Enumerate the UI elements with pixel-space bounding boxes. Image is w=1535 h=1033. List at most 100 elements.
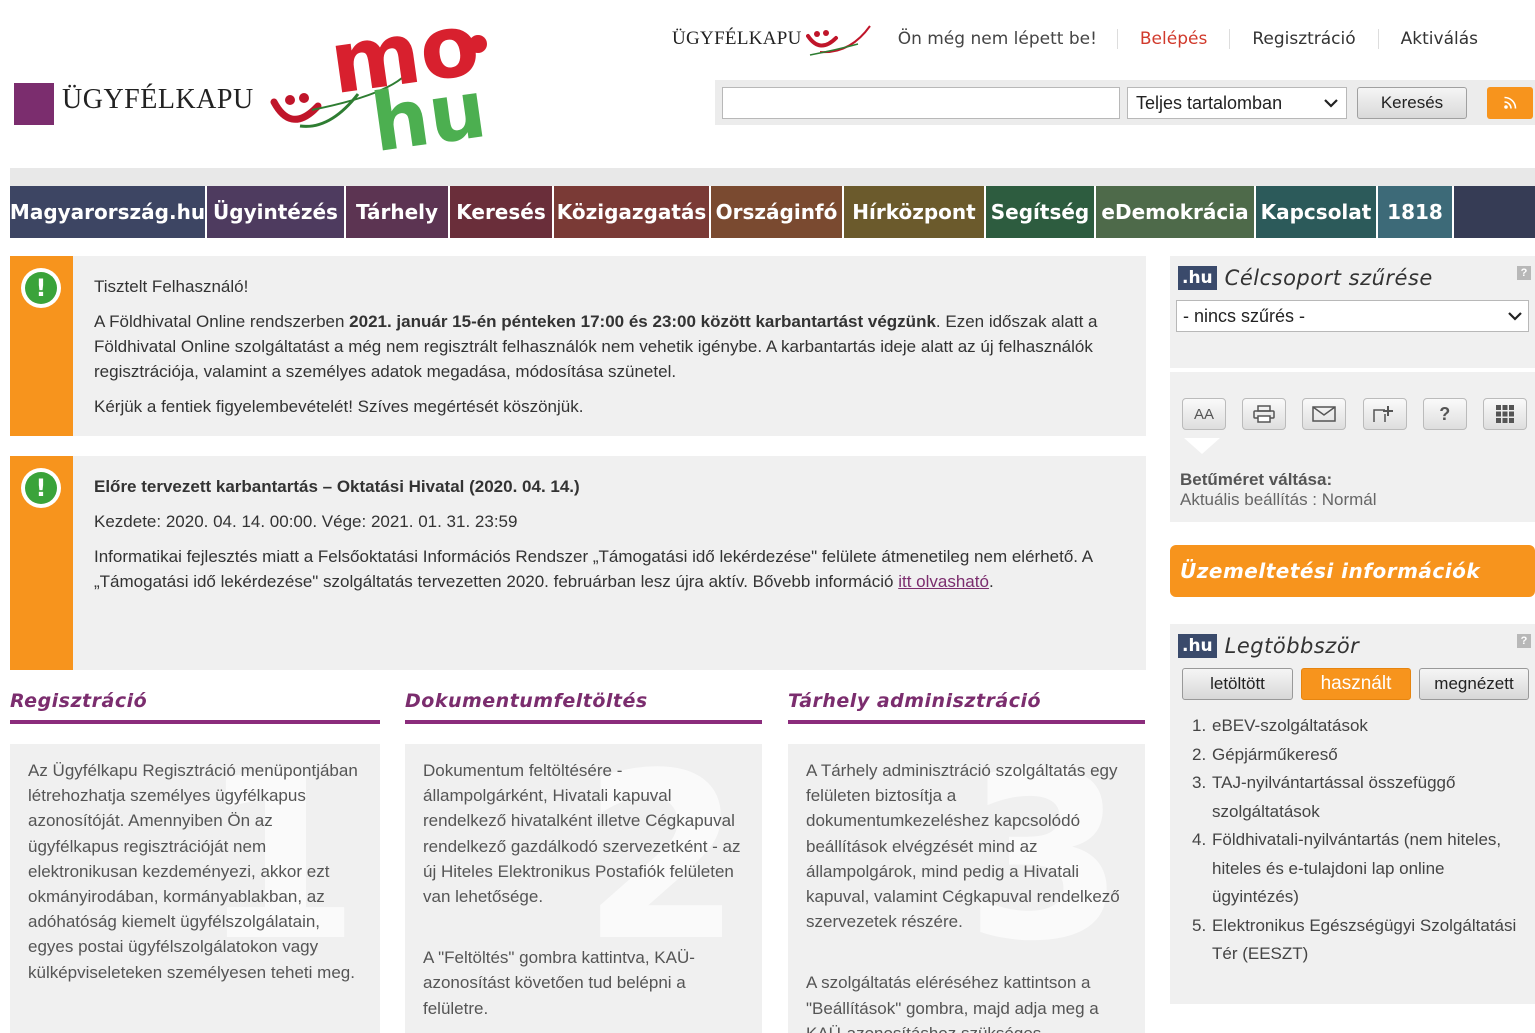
top-links: ÜGYFÉLKAPU Ön még nem lépett be! Belépés…: [672, 22, 1500, 56]
tool-row: AA ?: [1170, 372, 1535, 430]
nav-item-9[interactable]: Kapcsolat: [1256, 186, 1378, 238]
column-text: Dokumentum feltöltésére - állampolgárkén…: [423, 761, 741, 907]
filter-header: .hu Célcsoport szűrése ?: [1170, 256, 1535, 300]
nav-item-0[interactable]: Magyarország.hu: [10, 186, 207, 238]
popular-header: .hu Legtöbbször ?: [1170, 624, 1535, 668]
column-box: 1 Az Ügyfélkapu Regisztráció menüpontjáb…: [10, 744, 380, 1033]
rss-icon: [1504, 96, 1517, 109]
list-item[interactable]: 4. Földhivatali-nyilvántartás (nem hitele…: [1192, 826, 1525, 912]
print-icon: [1253, 405, 1275, 423]
column-upload: Dokumentumfeltöltés 2 Dokumentum feltölt…: [405, 690, 762, 1033]
nav-item-5[interactable]: Országinfó: [711, 186, 844, 238]
more-info-link[interactable]: itt olvasható: [898, 572, 989, 591]
tools-box: AA ? Betűméret váltása: Aktuális beállít…: [1170, 372, 1535, 522]
notice-greeting: Tisztelt Felhasználó!: [94, 277, 249, 296]
help-icon[interactable]: ?: [1517, 634, 1531, 648]
list-item[interactable]: 2. Gépjárműkereső: [1192, 741, 1525, 770]
question-icon: ?: [1439, 403, 1451, 424]
nav-item-6[interactable]: Hírközpont: [844, 186, 986, 238]
pointer-icon: [1184, 438, 1220, 454]
warning-icon: !: [21, 468, 61, 508]
nav-item-10[interactable]: 1818: [1378, 186, 1454, 238]
notice-closing: Kérjük a fentiek figyelembevételét! Szív…: [94, 397, 584, 416]
column-text: Az Ügyfélkapu Regisztráció menüpontjában…: [28, 761, 358, 982]
tab-used[interactable]: használt: [1301, 668, 1411, 700]
activate-link[interactable]: Aktiválás: [1377, 29, 1500, 49]
nav-item-8[interactable]: eDemokrácia: [1096, 186, 1256, 238]
help-icon[interactable]: ?: [1517, 266, 1531, 280]
column-title[interactable]: Tárhely adminisztráció: [788, 690, 1145, 724]
sitemap-button[interactable]: [1482, 398, 1527, 430]
search-scope-select[interactable]: Teljes tartalomban: [1127, 87, 1347, 119]
font-size-icon: AA: [1193, 405, 1214, 423]
column-text: A Tárhely adminisztráció szolgáltatás eg…: [806, 761, 1120, 932]
target-filter-box: .hu Célcsoport szűrése ? - nincs szűrés …: [1170, 256, 1535, 368]
nav-item-4[interactable]: Közigazgatás: [554, 186, 711, 238]
ops-info-box: Üzemeltetési információk: [1170, 545, 1535, 597]
notice-text: Informatikai fejlesztés miatt a Felsőokt…: [94, 547, 1093, 591]
mohu-icon: mo hu: [312, 8, 492, 158]
chevron-down-icon: [1324, 99, 1338, 108]
font-size-value: Aktuális beállítás : Normál: [1180, 490, 1377, 509]
site-logo[interactable]: ÜGYFÉLKAPU mo hu: [12, 8, 492, 158]
list-item[interactable]: 3. TAJ-nyilvántartással összefüggő szolgá…: [1192, 769, 1525, 826]
search-button[interactable]: Keresés: [1357, 87, 1467, 119]
column-title[interactable]: Dokumentumfeltöltés: [405, 690, 762, 724]
help-button[interactable]: ?: [1422, 398, 1467, 430]
small-logo[interactable]: ÜGYFÉLKAPU: [672, 22, 872, 56]
rss-button[interactable]: [1487, 87, 1533, 119]
chevron-down-icon: [1508, 312, 1522, 321]
filter-title: Célcsoport szűrése: [1224, 266, 1433, 290]
tab-viewed[interactable]: megnézett: [1419, 668, 1529, 700]
login-status: Ön még nem lépett be!: [897, 29, 1097, 49]
hu-badge: .hu: [1178, 634, 1217, 658]
notice-dates: Kezdete: 2020. 04. 14. 00:00. Vége: 2021…: [94, 512, 518, 531]
svg-text:hu: hu: [366, 62, 492, 158]
popular-title: Legtöbbször: [1224, 634, 1360, 658]
warning-icon: !: [21, 268, 61, 308]
hu-badge: .hu: [1178, 266, 1217, 290]
column-box: 3 A Tárhely adminisztráció szolgáltatás …: [788, 744, 1145, 1033]
tab-downloaded[interactable]: letöltött: [1182, 668, 1293, 700]
column-registration: Regisztráció 1 Az Ügyfélkapu Regisztráci…: [10, 690, 380, 1033]
target-filter-select[interactable]: - nincs szűrés -: [1176, 300, 1529, 332]
font-size-info: Betűméret váltása: Aktuális beállítás : …: [1180, 470, 1377, 510]
search-input[interactable]: [722, 87, 1120, 119]
ops-info-button[interactable]: Üzemeltetési információk: [1170, 545, 1535, 597]
logo-text: ÜGYFÉLKAPU: [62, 84, 254, 115]
list-item[interactable]: 1. eBEV-szolgáltatások: [1192, 712, 1525, 741]
search-scope-value: Teljes tartalomban: [1136, 92, 1283, 113]
notice-text: A Földhivatal Online rendszerben 2021. j…: [94, 312, 1098, 381]
popular-box: .hu Legtöbbször ? letöltött használt meg…: [1170, 624, 1535, 1004]
notice-title: Előre tervezett karbantartás – Oktatási …: [94, 477, 580, 496]
grid-icon: [1495, 405, 1514, 423]
column-title[interactable]: Regisztráció: [10, 690, 380, 724]
envelope-icon: [1312, 406, 1337, 422]
smile-icon: [805, 25, 871, 56]
list-item[interactable]: 5. Elektronikus Egészségügyi Szolgáltatás…: [1192, 912, 1525, 969]
login-link[interactable]: Belépés: [1116, 29, 1229, 49]
nav-item-1[interactable]: Ügyintézés: [207, 186, 346, 238]
nav-item-2[interactable]: Tárhely: [346, 186, 450, 238]
column-text: A "Feltöltés" gombra kattintva, KAÜ-azon…: [423, 948, 695, 1018]
column-box: 2 Dokumentum feltöltésére - állampolgárk…: [405, 744, 762, 1033]
popular-tabs: letöltött használt megnézett: [1170, 668, 1535, 700]
nav-item-7[interactable]: Segítség: [986, 186, 1096, 238]
register-link[interactable]: Regisztráció: [1229, 29, 1377, 49]
font-size-button[interactable]: AA: [1182, 398, 1226, 430]
font-size-label: Betűméret váltása:: [1180, 470, 1333, 489]
maintenance-notice: ! Tisztelt Felhasználó! A Földhivatal On…: [10, 256, 1146, 436]
popular-list: 1. eBEV-szolgáltatások 2. Gépjárműkereső 3…: [1170, 700, 1535, 969]
logo-square: [14, 83, 54, 125]
main-nav: Magyarország.hu Ügyintézés Tárhely Keresés K…: [10, 186, 1535, 238]
bookmark-add-icon: [1372, 406, 1393, 422]
target-filter-value: - nincs szűrés -: [1183, 305, 1306, 326]
nav-item-3[interactable]: Keresés: [450, 186, 554, 238]
small-logo-text: ÜGYFÉLKAPU: [672, 28, 802, 49]
bookmark-button[interactable]: [1362, 398, 1407, 430]
column-storage-admin: Tárhely adminisztráció 3 A Tárhely admin…: [788, 690, 1145, 1033]
column-text: A szolgáltatás eléréséhez kattintson a "…: [806, 973, 1099, 1033]
planned-maintenance-notice: ! Előre tervezett karbantartás – Oktatás…: [10, 456, 1146, 670]
email-button[interactable]: [1302, 398, 1347, 430]
print-button[interactable]: [1242, 398, 1287, 430]
